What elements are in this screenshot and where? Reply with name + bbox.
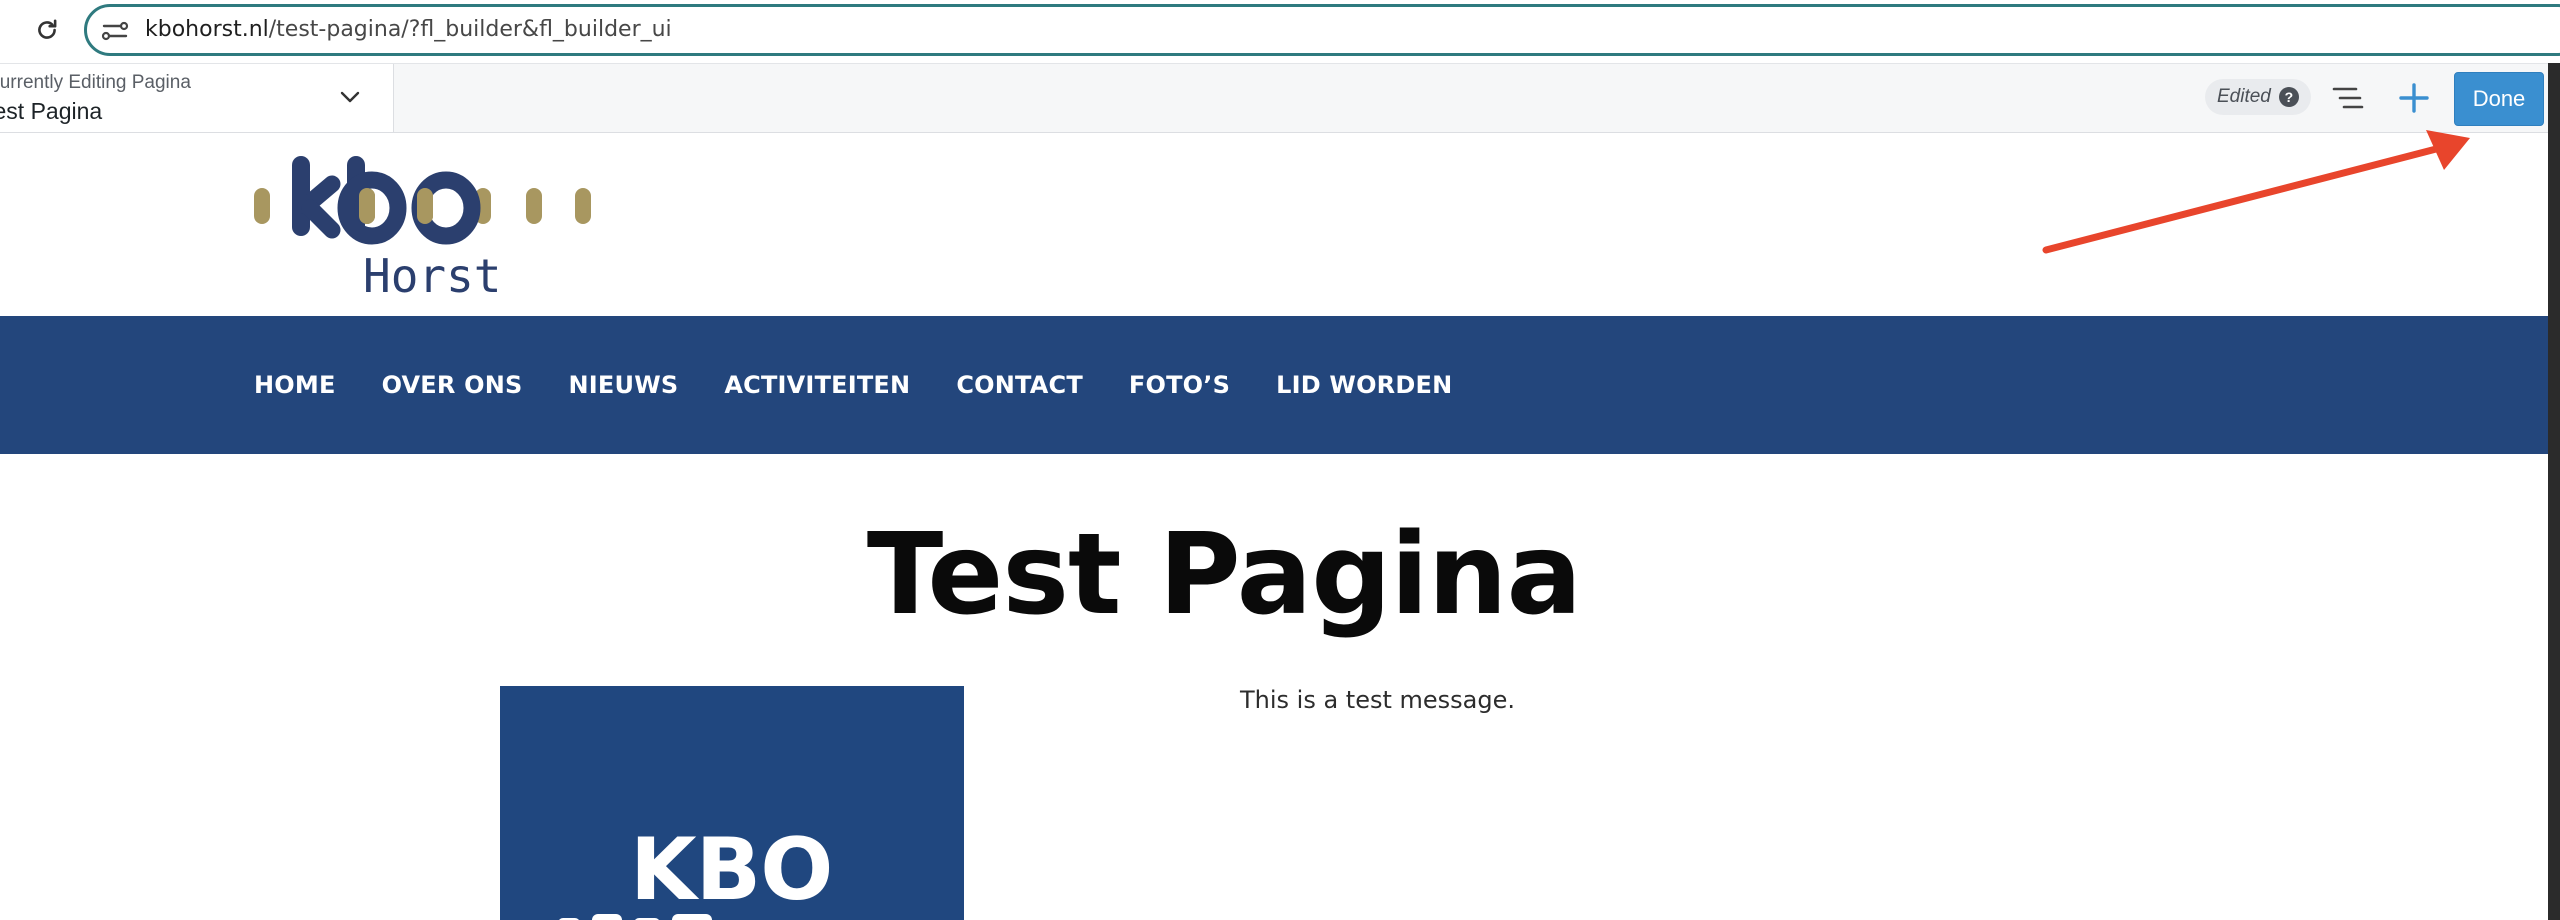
page-title: Test Pagina xyxy=(866,510,1582,640)
edited-status[interactable]: Edited ? xyxy=(2205,79,2311,115)
kbo-image: KBO xyxy=(500,686,964,920)
main-navigation: HOME OVER ONS NIEUWS ACTIVITEITEN CONTAC… xyxy=(0,316,2548,454)
nav-menu: HOME OVER ONS NIEUWS ACTIVITEITEN CONTAC… xyxy=(254,316,1498,454)
site-logo[interactable]: Horst xyxy=(250,150,610,303)
edited-label: Edited xyxy=(2217,86,2271,107)
builder-toolbar: Currently Editing Pagina Test Pagina Edi… xyxy=(0,63,2548,133)
nav-item-fotos[interactable]: FOTO’S xyxy=(1129,371,1230,399)
plus-icon[interactable] xyxy=(2396,80,2432,116)
nav-item-over-ons[interactable]: OVER ONS xyxy=(382,371,523,399)
url-path: /test-pagina/?fl_builder&fl_builder_ui xyxy=(268,17,672,42)
scrollbar[interactable] xyxy=(2548,63,2560,920)
nav-item-contact[interactable]: CONTACT xyxy=(956,371,1083,399)
address-bar[interactable]: kbohorst.nl/test-pagina/?fl_builder&fl_b… xyxy=(84,4,2560,56)
outline-list-icon[interactable] xyxy=(2330,82,2366,114)
test-message: This is a test message. xyxy=(1240,686,1516,714)
url-text[interactable]: kbohorst.nl/test-pagina/?fl_builder&fl_b… xyxy=(145,17,672,42)
editing-selector[interactable]: Currently Editing Pagina Test Pagina xyxy=(0,64,394,132)
annotation-arrow xyxy=(2042,130,2470,254)
done-button[interactable]: Done xyxy=(2454,72,2544,126)
nav-item-home[interactable]: HOME xyxy=(254,371,336,399)
nav-item-lid-worden[interactable]: LID WORDEN xyxy=(1276,371,1452,399)
url-host: kbohorst.nl xyxy=(145,17,269,42)
logo-subtitle: Horst xyxy=(363,249,501,300)
nav-item-nieuws[interactable]: NIEUWS xyxy=(569,371,679,399)
editing-label: Currently Editing Pagina xyxy=(0,72,191,93)
chevron-down-icon[interactable] xyxy=(338,88,362,106)
reload-icon[interactable] xyxy=(28,13,66,47)
kbo-image-subtext-graphic xyxy=(559,914,712,920)
site-info-icon[interactable] xyxy=(101,18,129,44)
nav-item-activiteiten[interactable]: ACTIVITEITEN xyxy=(724,371,910,399)
browser-toolbar: kbohorst.nl/test-pagina/?fl_builder&fl_b… xyxy=(0,0,2560,63)
help-icon[interactable]: ? xyxy=(2278,87,2299,107)
editing-title: Test Pagina xyxy=(0,98,103,124)
kbo-image-text: KBO xyxy=(630,820,833,920)
